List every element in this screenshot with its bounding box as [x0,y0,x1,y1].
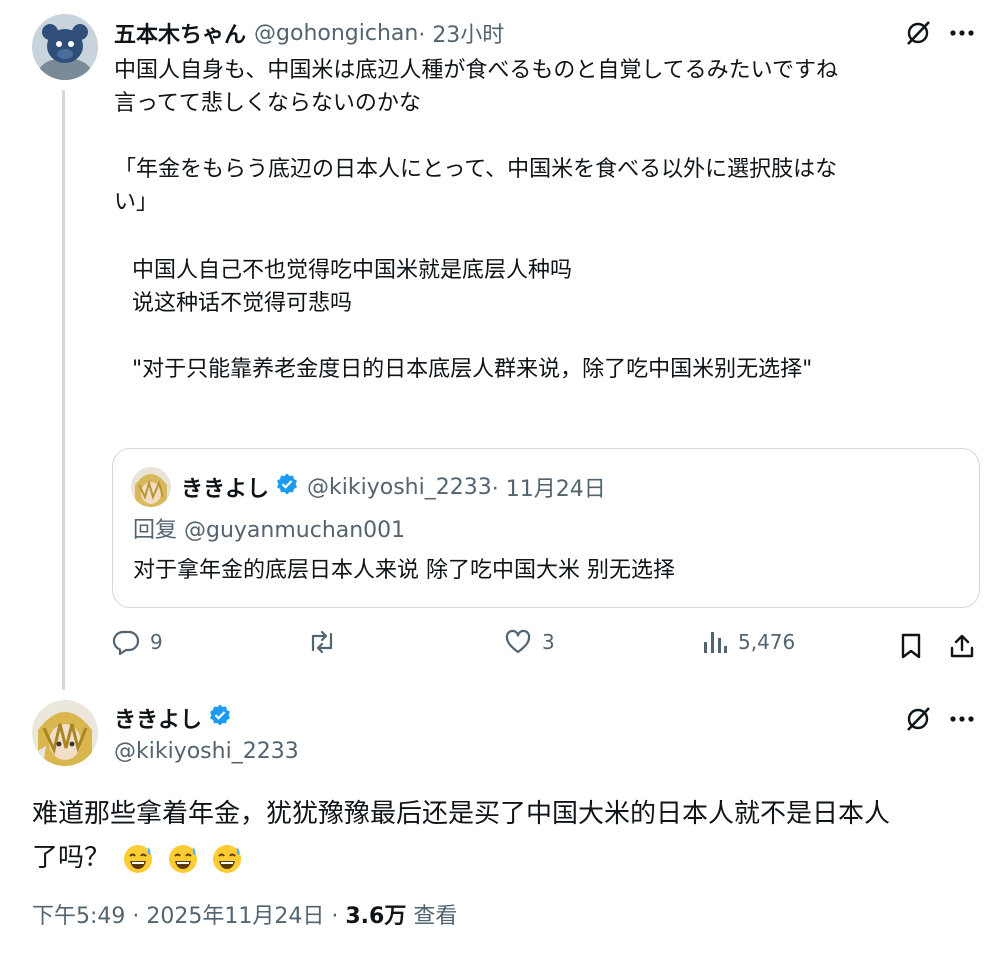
quoted-header: ききよし @kikiyoshi_2233 · 11月24日 [181,471,606,503]
like-button[interactable]: 3 [504,628,555,656]
thread-connector-line [62,90,65,690]
post2-text-line2: 了吗？ [32,843,111,873]
post1-text: 中国人自身も、中国米は底辺人種が食べるものと自覚してるみたいですね 言ってて悲し… [114,58,839,215]
sweat-smile-emoji [212,844,241,873]
heart-icon [505,629,531,654]
avatar-gohongichan[interactable] [32,14,98,80]
author-handle[interactable]: @kikiyoshi_2233 [114,736,299,768]
quoted-tweet-card[interactable]: ききよし @kikiyoshi_2233 · 11月24日 回复 @guyanm… [112,448,980,608]
post2-text-line1: 难道那些拿着年金，犹犹豫豫最后还是买了中国大米的日本人就不是日本人 [32,799,891,829]
post1-translation: 中国人自己不也觉得吃中国米就是底层人种吗 说这种话不觉得可悲吗 "对于只能靠养老… [132,258,813,382]
verified-badge-icon [275,472,299,502]
share-icon[interactable] [946,630,978,662]
quoted-author-handle: @kikiyoshi_2233 [307,474,492,500]
quoted-reply-to[interactable]: 回复 @guyanmuchan001 [133,515,405,547]
bookmark-icon[interactable] [896,630,926,662]
reply-button[interactable]: 9 [112,628,163,656]
like-count: 3 [542,630,555,654]
post-timestamp[interactable]: 下午5:49 · 2025年11月24日 · [32,904,345,929]
sweat-smile-emoji [124,844,153,873]
avatar-kikiyoshi[interactable] [32,700,98,766]
post2-text: 难道那些拿着年金，犹犹豫豫最后还是买了中国大米的日本人就不是日本人 了吗？ [32,792,982,880]
analytics-icon [704,632,727,653]
post-time[interactable]: · 23小时 [418,17,504,49]
more-options-icon[interactable] [944,18,980,48]
verified-badge-icon [208,703,232,733]
grok-icon[interactable] [900,18,936,48]
author-handle[interactable]: @gohongichan [254,21,418,46]
author-name[interactable]: 五本木ちゃん [114,17,246,49]
quoted-text: 对于拿年金的底层日本人来说 除了吃中国大米 别无选择 [133,558,675,583]
quoted-author-name: ききよし [181,477,270,502]
repost-icon [311,630,333,654]
sweat-smile-emoji [168,844,197,873]
author-name[interactable]: ききよし [114,702,202,734]
more-options-icon[interactable] [944,704,980,734]
repost-button[interactable] [306,628,348,656]
reply-count: 9 [150,630,163,654]
quoted-time: · 11月24日 [491,477,606,502]
post2-meta: 下午5:49 · 2025年11月24日 · 3.6万 查看 [32,900,457,934]
reply-icon [112,630,140,656]
post2-text-line2-wrap: 了吗？ [32,836,982,880]
post1-header: 五本木ちゃん @gohongichan · 23小时 [114,16,504,50]
post2-header: ききよし [114,702,232,734]
quoted-avatar[interactable] [131,467,171,507]
views-label: 查看 [406,904,458,929]
view-count: 5,476 [738,630,796,654]
views-button[interactable]: 5,476 [702,628,795,656]
view-count: 3.6万 [345,904,407,929]
grok-icon[interactable] [900,704,936,734]
